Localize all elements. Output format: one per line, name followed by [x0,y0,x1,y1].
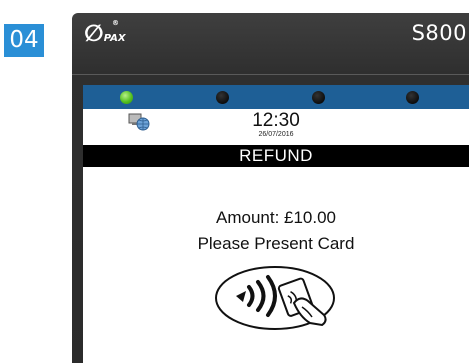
present-card-prompt: Please Present Card [197,234,355,253]
clock-date: 26/07/2016 [258,131,294,138]
status-row: 12:30 26/07/2016 [83,109,469,145]
status-led-1 [120,91,133,104]
pax-logo: ∅ ® PAX [84,19,126,47]
bezel-divider [72,74,469,75]
status-led-bar [83,85,469,109]
payment-terminal: ∅ ® PAX S800 12:30 26/07/2016 REFUND Amoun… [72,13,469,363]
step-number-badge: 04 [4,24,44,57]
model-label: S800 [411,21,467,45]
status-led-4 [406,91,419,104]
contactless-card-tap-icon [214,265,340,335]
status-led-3 [312,91,325,104]
screen-title: REFUND [83,145,469,167]
status-led-2 [216,91,229,104]
amount-text: Amount: £10.00 [215,208,337,227]
clock-time: 12:30 [252,110,300,131]
terminal-screen: 12:30 26/07/2016 REFUND Amount: £10.00 P… [83,85,469,363]
